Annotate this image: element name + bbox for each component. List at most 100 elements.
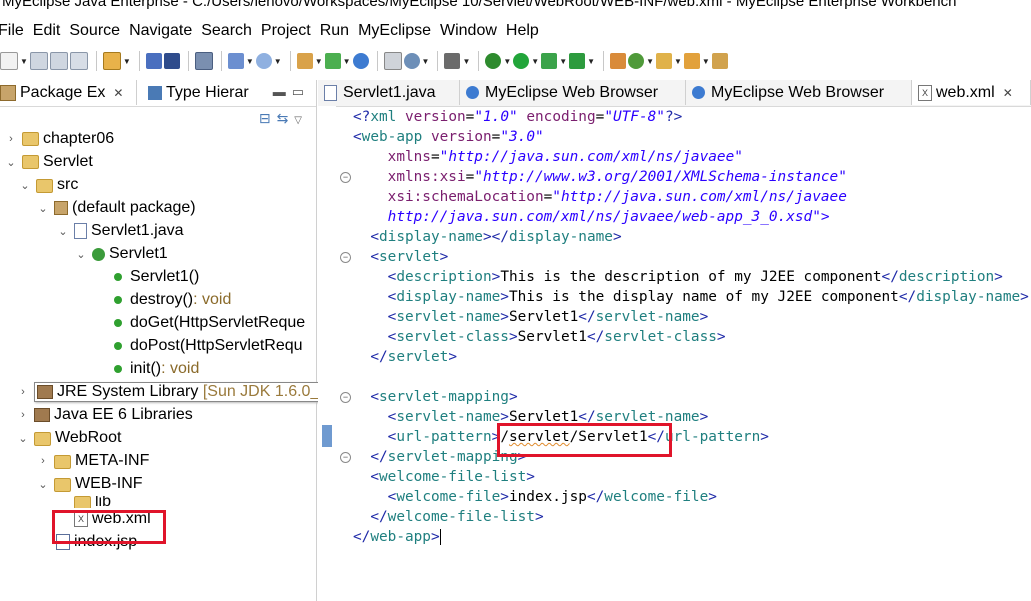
link-editor-icon[interactable]: ⇆ bbox=[277, 110, 295, 126]
console-icon[interactable] bbox=[194, 51, 213, 71]
external-tools-icon[interactable]: ▼ bbox=[569, 51, 595, 71]
tree-item-servlet[interactable]: ⌄ Servlet bbox=[4, 151, 92, 173]
open-type-icon[interactable] bbox=[610, 51, 627, 71]
camera-icon[interactable]: ▼ bbox=[444, 51, 470, 71]
tree-item-constructor[interactable]: Servlet1() bbox=[110, 266, 199, 288]
save-icon[interactable] bbox=[29, 51, 48, 71]
refresh-icon[interactable]: ▼ bbox=[628, 51, 654, 71]
code-line[interactable]: http://java.sun.com/xml/ns/javaee/web-ap… bbox=[353, 207, 830, 227]
collapse-toggle[interactable]: ⌄ bbox=[4, 156, 18, 169]
code-line[interactable]: xmlns="http://java.sun.com/xml/ns/javaee… bbox=[353, 147, 743, 167]
library-icon bbox=[34, 408, 50, 422]
close-icon[interactable]: ✕ bbox=[1003, 86, 1013, 100]
code-line[interactable]: <display-name></display-name> bbox=[353, 227, 621, 247]
new-wizard-icon[interactable]: ▼ bbox=[102, 51, 131, 71]
minimize-icon[interactable]: ▬ bbox=[273, 84, 292, 99]
menu-file[interactable]: File bbox=[0, 22, 33, 40]
tree-item-servlet1-java[interactable]: ⌄ Servlet1.java bbox=[56, 220, 184, 242]
tree-item-destroy[interactable]: destroy() : void bbox=[110, 289, 231, 311]
code-line[interactable]: xsi:schemaLocation="http://java.sun.com/… bbox=[353, 187, 847, 207]
expand-toggle[interactable]: › bbox=[16, 386, 30, 398]
tree-item-init[interactable]: init() : void bbox=[110, 358, 199, 380]
collapse-toggle[interactable]: ⌄ bbox=[18, 179, 32, 192]
collapse-toggle[interactable]: ⌄ bbox=[36, 202, 50, 215]
tree-item-src[interactable]: ⌄ src bbox=[18, 174, 78, 196]
menu-help[interactable]: Help bbox=[506, 22, 548, 40]
run-icon[interactable]: ▼ bbox=[513, 51, 539, 71]
code-line[interactable]: <display-name>This is the display name o… bbox=[353, 287, 1029, 307]
code-line[interactable]: <servlet-class>Servlet1</servlet-class> bbox=[353, 327, 726, 347]
collapse-toggle[interactable]: ⌄ bbox=[56, 225, 70, 238]
browser-icon[interactable]: ▼ bbox=[403, 51, 429, 71]
file-export-icon[interactable]: ▼ bbox=[324, 51, 351, 71]
code-line[interactable]: <welcome-file-list> bbox=[353, 467, 535, 487]
close-icon[interactable]: ✕ bbox=[113, 86, 123, 100]
tab-type-hierarchy[interactable]: Type Hierar bbox=[148, 80, 268, 105]
nav-icon[interactable] bbox=[711, 51, 728, 71]
collapse-toggle[interactable]: ⌄ bbox=[74, 248, 88, 261]
tree-item-servlet1-class[interactable]: ⌄ Servlet1 bbox=[74, 243, 167, 265]
class-wizard-icon[interactable]: ▼ bbox=[296, 51, 323, 71]
pencil-icon[interactable]: ▼ bbox=[227, 51, 254, 71]
code-line[interactable]: <welcome-file>index.jsp</welcome-file> bbox=[353, 487, 717, 507]
menu-myeclipse[interactable]: MyEclipse bbox=[358, 22, 440, 40]
code-line[interactable]: <description>This is the description of … bbox=[353, 267, 1003, 287]
collapse-toggle[interactable]: ⌄ bbox=[16, 432, 30, 445]
expand-toggle[interactable]: › bbox=[4, 133, 18, 145]
tree-item-meta-inf[interactable]: › META-INF bbox=[36, 450, 149, 472]
code-line[interactable]: <servlet-mapping> bbox=[353, 387, 517, 407]
code-line[interactable]: </web-app> bbox=[353, 527, 441, 547]
expand-toggle[interactable]: › bbox=[36, 455, 50, 467]
code-line[interactable]: <servlet-name>Servlet1</servlet-name> bbox=[353, 307, 709, 327]
tab-web-browser-2[interactable]: MyEclipse Web Browser bbox=[686, 80, 912, 105]
fold-toggle-icon[interactable]: − bbox=[340, 172, 351, 183]
deploy-icon[interactable] bbox=[145, 51, 162, 71]
tree-item-lib[interactable]: lib bbox=[74, 496, 111, 508]
globe-icon[interactable] bbox=[352, 51, 369, 71]
tree-item-doget[interactable]: doGet(HttpServletReque bbox=[110, 312, 305, 334]
code-line[interactable]: <servlet> bbox=[353, 247, 448, 267]
collapse-toggle[interactable]: ⌄ bbox=[36, 478, 50, 491]
tab-servlet1-java[interactable]: Servlet1.java bbox=[318, 80, 460, 105]
maximize-icon[interactable]: ▭ bbox=[292, 84, 310, 99]
menu-search[interactable]: Search bbox=[201, 22, 261, 40]
fold-toggle-icon[interactable]: − bbox=[340, 392, 351, 403]
tree-item-webroot[interactable]: ⌄ WebRoot bbox=[16, 427, 121, 449]
menu-window[interactable]: Window bbox=[440, 22, 506, 40]
new-icon[interactable]: ▼ bbox=[0, 51, 28, 71]
menu-source[interactable]: Source bbox=[69, 22, 129, 40]
menu-project[interactable]: Project bbox=[261, 22, 320, 40]
view-tabs: Package Ex ✕ Type Hierar ▬▭ bbox=[0, 80, 316, 107]
report-icon[interactable] bbox=[383, 51, 402, 71]
tree-item-default-package[interactable]: ⌄ (default package) bbox=[36, 197, 195, 219]
view-menu-icon[interactable]: ▽ bbox=[294, 115, 308, 126]
tree-item-chapter06[interactable]: › chapter06 bbox=[4, 128, 114, 150]
marker-icon[interactable]: ▼ bbox=[683, 51, 710, 71]
code-line[interactable]: <web-app version="3.0" bbox=[353, 127, 544, 147]
debug-icon[interactable]: ▼ bbox=[485, 51, 511, 71]
print-icon[interactable] bbox=[69, 51, 88, 71]
tab-web-browser-1[interactable]: MyEclipse Web Browser bbox=[460, 80, 686, 105]
code-line[interactable]: </servlet> bbox=[353, 347, 457, 367]
collapse-all-icon[interactable]: ⊟ bbox=[259, 110, 277, 126]
tree-item-dopost[interactable]: doPost(HttpServletRequ bbox=[110, 335, 303, 357]
save-all-icon[interactable] bbox=[49, 51, 68, 71]
expand-toggle[interactable]: › bbox=[16, 409, 30, 421]
open-folder-icon[interactable]: ▼ bbox=[655, 51, 682, 71]
tab-package-explorer[interactable]: Package Ex ✕ bbox=[0, 80, 137, 105]
run-config-icon[interactable]: ▼ bbox=[541, 51, 567, 71]
fold-toggle-icon[interactable]: − bbox=[340, 252, 351, 263]
tree-item-javaee-libraries[interactable]: › Java EE 6 Libraries bbox=[16, 404, 193, 426]
menu-edit[interactable]: Edit bbox=[33, 22, 70, 40]
menu-run[interactable]: Run bbox=[320, 22, 358, 40]
search-icon[interactable]: ▼ bbox=[255, 51, 282, 71]
code-line[interactable]: xmlns:xsi="http://www.w3.org/2001/XMLSch… bbox=[353, 167, 847, 187]
menu-navigate[interactable]: Navigate bbox=[129, 22, 201, 40]
tree-item-jre-library[interactable]: › JRE System Library [Sun JDK 1.6.0_13] bbox=[16, 381, 345, 403]
code-line[interactable]: <?xml version="1.0" encoding="UTF-8"?> bbox=[353, 107, 682, 127]
tab-web-xml[interactable]: X web.xml ✕ bbox=[912, 80, 1031, 105]
code-line[interactable]: </welcome-file-list> bbox=[353, 507, 543, 527]
fold-toggle-icon[interactable]: − bbox=[340, 452, 351, 463]
tree-item-web-inf[interactable]: ⌄ WEB-INF bbox=[36, 473, 143, 495]
server-icon[interactable] bbox=[163, 51, 180, 71]
